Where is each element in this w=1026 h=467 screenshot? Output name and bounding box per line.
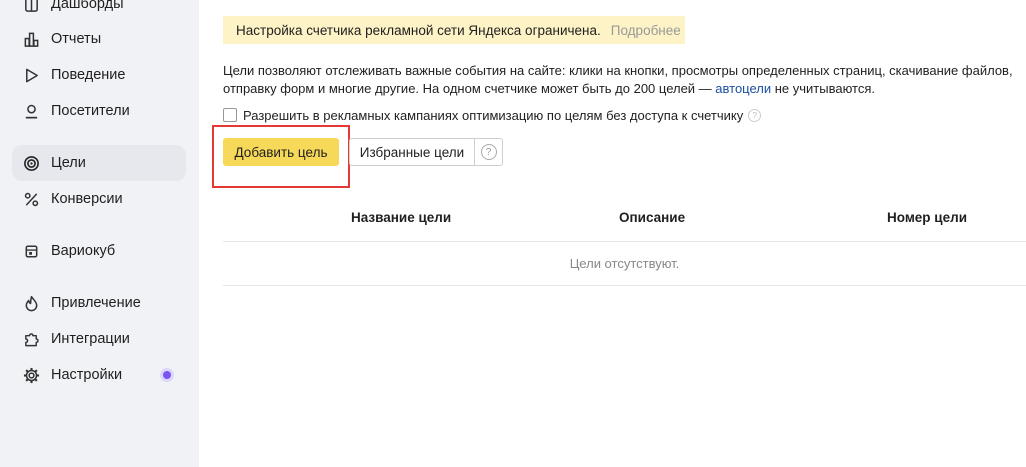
flame-icon [22,294,40,312]
sidebar-item-settings[interactable]: Настройки [12,357,186,393]
goals-description: Цели позволяют отслеживать важные событи… [223,62,1023,98]
optimization-checkbox[interactable] [223,108,237,122]
sidebar-item-label: Цели [51,155,86,171]
sidebar-item-dashboards[interactable]: Дашборды [12,0,186,22]
target-icon [22,154,40,172]
sidebar-item-label: Дашборды [51,0,124,12]
sidebar-item-label: Вариокуб [51,243,116,259]
dashboard-icon [22,0,40,13]
checkbox-label[interactable]: Разрешить в рекламных кампаниях оптимиза… [243,108,743,123]
table-divider [223,241,1026,242]
column-header-goal-number: Номер цели [887,210,967,225]
description-text: Цели позволяют отслеживать важные событи… [223,63,1013,96]
column-header-goal-name: Название цели [351,210,452,225]
table-divider [223,285,1026,286]
empty-table-message: Цели отсутствуют. [569,256,680,271]
sidebar-item-conversions[interactable]: Конверсии [12,181,186,217]
notification-dot [160,368,174,382]
optimization-checkbox-row: Разрешить в рекламных кампаниях оптимиза… [223,106,762,124]
description-text-end: не учитываются. [771,81,876,96]
sidebar-item-label: Интеграции [51,331,130,347]
help-button[interactable]: ? [474,138,503,166]
puzzle-icon [22,330,40,348]
autogoals-link[interactable]: автоцели [715,81,771,96]
gear-icon [22,366,40,384]
sidebar-item-label: Привлечение [51,295,141,311]
column-header-description: Описание [619,210,686,225]
sidebar-item-visitors[interactable]: Посетители [12,93,186,129]
notice-text: Настройка счетчика рекламной сети Яндекс… [236,22,601,38]
sidebar-item-behavior[interactable]: Поведение [12,57,186,93]
percent-icon [22,190,40,208]
sidebar-item-label: Поведение [51,67,126,83]
sidebar-item-label: Отчеты [51,31,102,47]
sidebar-item-label: Посетители [51,103,130,119]
notice-more-link[interactable]: Подробнее [611,23,681,38]
play-icon [22,66,40,84]
restriction-notice: Настройка счетчика рекламной сети Яндекс… [223,16,685,44]
sidebar-item-label: Настройки [51,367,123,383]
favorite-goals-button[interactable]: Избранные цели [349,138,475,166]
reports-icon [22,30,40,48]
variocube-icon [22,242,40,260]
add-goal-button[interactable]: Добавить цель [223,138,339,166]
sidebar-item-reports[interactable]: Отчеты [12,21,186,57]
sidebar-item-integrations[interactable]: Интеграции [12,321,186,357]
sidebar-item-acquisition[interactable]: Привлечение [12,285,186,321]
sidebar-item-variocube[interactable]: Вариокуб [12,233,186,269]
sidebar-item-label: Конверсии [51,191,123,207]
sidebar-item-goals[interactable]: Цели [12,145,186,181]
sidebar: Дашборды Отчеты Поведение Посетители Цел… [0,0,199,467]
question-icon[interactable]: ? [748,108,762,122]
user-icon [22,102,40,120]
question-icon: ? [480,144,497,160]
